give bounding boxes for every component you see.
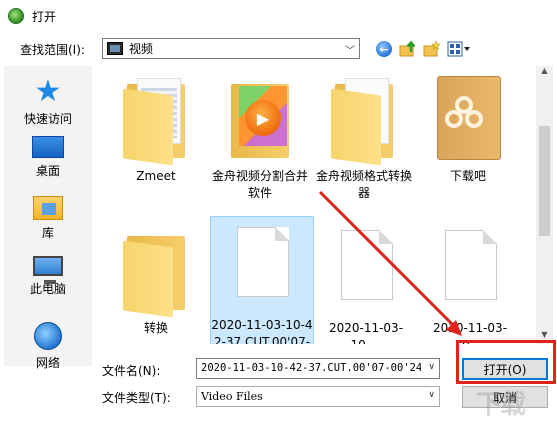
back-arrow-icon: ← — [376, 41, 392, 57]
places-bar: ★ 快速访问 桌面 库 此电脑 网络 — [4, 66, 92, 370]
file-icon — [331, 226, 401, 314]
new-folder-icon — [423, 40, 441, 57]
file-item-zhuanhuan[interactable]: 转换 — [104, 226, 208, 337]
file-item-video-1[interactable]: 2020-11-03-10-42-37.CUT.00'07-0 — [210, 216, 314, 344]
file-item-zmeet[interactable]: Zmeet — [104, 74, 208, 185]
computer-icon — [33, 256, 63, 284]
file-name: Zmeet — [136, 169, 176, 183]
view-menu-button[interactable] — [446, 40, 472, 58]
folder-icon — [121, 74, 191, 166]
new-folder-button[interactable] — [422, 40, 442, 58]
desktop-icon — [32, 136, 64, 158]
place-label: 桌面 — [35, 164, 60, 178]
library-icon — [33, 196, 63, 220]
lookin-row: 查找范围(I): 视频 ﹀ ← — [0, 36, 557, 62]
file-item-video-2[interactable]: 2020-11-03-10-... — [314, 226, 418, 344]
place-label: 库 — [41, 226, 54, 240]
lookin-value: 视频 — [129, 42, 154, 56]
file-name: 转换 — [143, 321, 168, 335]
file-name: 金舟视频格式转换器 — [315, 169, 412, 200]
file-item-video-3[interactable]: 2020-11-03-10-... — [418, 226, 522, 344]
scroll-up-icon[interactable]: ▲ — [536, 66, 553, 80]
chevron-down-icon: ∨ — [428, 390, 435, 400]
filename-input[interactable]: 2020-11-03-10-42-37.CUT.00'07-00'24.m ∨ — [196, 358, 440, 379]
lookin-dropdown[interactable]: 视频 ﹀ — [102, 38, 360, 59]
video-folder-icon — [107, 42, 123, 55]
title-bar: 打开 — [0, 0, 557, 32]
place-desktop[interactable]: 桌面 — [4, 132, 92, 194]
up-folder-icon — [399, 40, 416, 57]
file-icon — [435, 226, 505, 314]
vertical-scrollbar[interactable]: ▲ ▼ — [536, 66, 553, 344]
file-list[interactable]: Zmeet ▶ 金舟视频分割合并软件 金舟视频格式转换器 下载吧 转换 2020… — [96, 66, 534, 344]
filetype-dropdown[interactable]: Video Files ∨ — [196, 386, 440, 407]
file-item-xiazaiba[interactable]: 下载吧 — [416, 74, 520, 185]
network-icon — [34, 322, 62, 350]
place-label: 快速访问 — [23, 112, 72, 126]
lookin-label: 查找范围(I): — [20, 43, 85, 57]
chevron-down-icon[interactable]: ∨ — [428, 362, 435, 372]
file-item-splitter[interactable]: ▶ 金舟视频分割合并软件 — [208, 74, 312, 202]
app-icon — [8, 8, 24, 24]
back-button[interactable]: ← — [374, 40, 394, 58]
filetype-label: 文件类型(T): — [102, 391, 171, 405]
view-grid-icon — [447, 41, 470, 57]
place-library[interactable]: 库 — [4, 194, 92, 256]
filename-label: 文件名(N): — [102, 364, 161, 378]
place-label: 网络 — [35, 356, 60, 370]
filetype-value: Video Files — [201, 390, 263, 403]
star-icon: ★ — [34, 74, 62, 109]
app-folder-icon: ▶ — [225, 74, 295, 162]
folder-icon — [121, 226, 191, 318]
filename-value: 2020-11-03-10-42-37.CUT.00'07-00'24.m — [201, 362, 421, 374]
folder-icon — [329, 74, 399, 166]
place-quick-access[interactable]: ★ 快速访问 — [4, 72, 92, 134]
up-folder-button[interactable] — [398, 40, 418, 58]
file-name: 2020-11-03-10-... — [328, 321, 404, 344]
file-icon — [227, 223, 297, 311]
annotation-highlight-box — [456, 340, 556, 384]
file-name: 金舟视频分割合并软件 — [211, 169, 308, 200]
place-network[interactable]: 网络 — [4, 316, 92, 378]
place-this-pc[interactable]: 此电脑 — [4, 254, 92, 316]
file-item-converter[interactable]: 金舟视频格式转换器 — [312, 74, 416, 202]
baidu-folder-icon — [433, 74, 503, 162]
file-name: 下载吧 — [449, 169, 486, 183]
scroll-thumb[interactable] — [539, 126, 550, 236]
watermark-logo: 下载 — [476, 390, 526, 420]
chevron-down-icon: ﹀ — [345, 46, 355, 57]
window-title: 打开 — [32, 9, 57, 24]
file-name: 2020-11-03-10-42-37.CUT.00'07-0 — [211, 318, 313, 344]
